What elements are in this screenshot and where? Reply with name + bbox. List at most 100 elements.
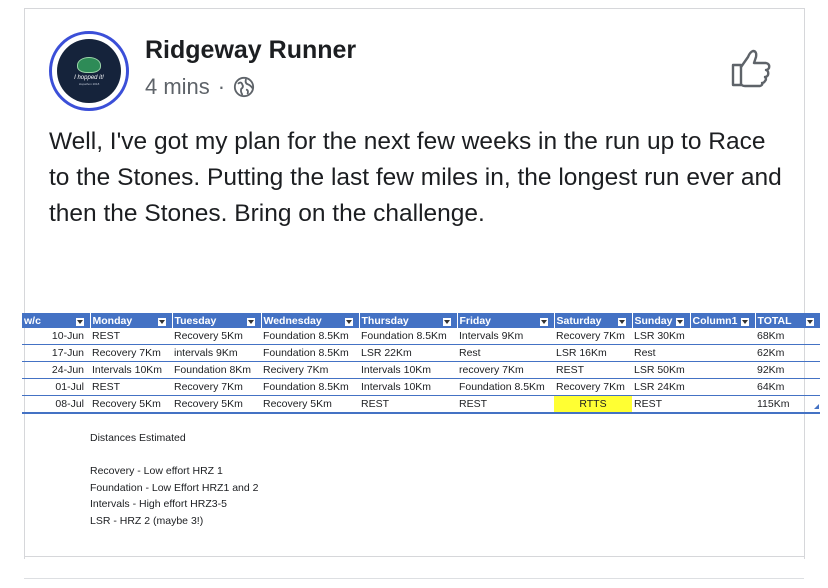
- table-cell[interactable]: Recovery 7Km: [554, 328, 632, 345]
- post-text: Well, I've got my plan for the next few …: [49, 128, 782, 227]
- week-commencing-cell[interactable]: 24-Jun: [22, 361, 90, 379]
- note-line: Distances Estimated: [90, 432, 186, 444]
- table-cell[interactable]: intervals 9Km: [172, 344, 261, 362]
- column-header-label: Saturday: [556, 314, 602, 327]
- week-commencing-cell[interactable]: 17-Jun: [22, 344, 90, 362]
- table-cell[interactable]: Recivery 7Km: [261, 361, 359, 379]
- note-line: [90, 447, 258, 464]
- post-timestamp[interactable]: 4 mins: [145, 74, 210, 100]
- table-row: 10-Jun REST Recovery 5Km Foundation 8.5Km Fo…: [22, 328, 820, 345]
- table-cell[interactable]: Foundation 8.5Km: [261, 344, 359, 362]
- table-cell[interactable]: Recovery 5Km: [261, 395, 359, 414]
- club-logo-icon: [77, 56, 101, 73]
- training-plan-table: w/c Monday Tuesday Wednesday Thursday Friday S…: [22, 313, 821, 414]
- avatar-caption: I hopped it!: [74, 74, 104, 81]
- table-cell[interactable]: REST: [90, 328, 172, 345]
- column-header[interactable]: Tuesday: [172, 313, 262, 328]
- table-cell[interactable]: Recovery 7Km: [172, 378, 261, 396]
- table-cell[interactable]: Rest: [457, 344, 554, 362]
- column-header-label: Tuesday: [174, 314, 217, 327]
- table-cell[interactable]: Recovery 5Km: [90, 395, 172, 414]
- table-cell[interactable]: LSR 24Km: [632, 378, 690, 396]
- column-header[interactable]: Wednesday: [261, 313, 360, 328]
- table-cell[interactable]: Rest: [632, 344, 690, 362]
- filter-dropdown-icon[interactable]: [674, 316, 685, 327]
- feed-divider: [24, 578, 804, 579]
- column-header[interactable]: Column1: [690, 313, 756, 328]
- table-cell[interactable]: [690, 344, 755, 362]
- filter-dropdown-icon[interactable]: [804, 316, 815, 327]
- table-cell[interactable]: Recovery 5Km: [172, 395, 261, 414]
- meta-separator: ·: [217, 74, 226, 99]
- week-commencing-cell[interactable]: 01-Jul: [22, 378, 90, 396]
- table-cell[interactable]: REST: [457, 395, 554, 414]
- column-header-label: Sunday: [634, 314, 673, 327]
- note-line: LSR - HRZ 2 (maybe 3!): [90, 514, 204, 527]
- filter-dropdown-icon[interactable]: [538, 316, 549, 327]
- table-cell[interactable]: 92Km: [755, 361, 820, 379]
- table-cell[interactable]: LSR 22Km: [359, 344, 457, 362]
- column-header[interactable]: TOTAL: [755, 313, 821, 328]
- table-cell[interactable]: Recovery 7Km: [554, 378, 632, 396]
- post-meta: 4 mins ·: [145, 74, 255, 100]
- plan-notes: Distances Estimated Recovery - Low effort…: [90, 430, 258, 529]
- week-commencing-cell[interactable]: 10-Jun: [22, 328, 90, 345]
- table-cell[interactable]: Intervals 10Km: [90, 361, 172, 379]
- filter-dropdown-icon[interactable]: [616, 316, 627, 327]
- column-header[interactable]: Friday: [457, 313, 555, 328]
- table-cell[interactable]: 115Km: [755, 395, 820, 414]
- column-header-label: Wednesday: [263, 314, 322, 327]
- table-cell[interactable]: 68Km: [755, 328, 820, 345]
- column-header-label: TOTAL: [757, 314, 792, 327]
- note-line: Recovery - Low effort HRZ 1: [90, 465, 223, 477]
- filter-dropdown-icon[interactable]: [441, 316, 452, 327]
- filter-dropdown-icon[interactable]: [156, 316, 167, 327]
- column-header[interactable]: Sunday: [632, 313, 691, 328]
- table-cell[interactable]: Foundation 8.5Km: [457, 378, 554, 396]
- thumbs-up-icon[interactable]: [729, 48, 773, 88]
- table-cell[interactable]: [690, 395, 755, 414]
- table-row: 08-Jul Recovery 5Km Recovery 5Km Recovery 5…: [22, 395, 820, 414]
- table-cell[interactable]: Foundation 8.5Km: [261, 378, 359, 396]
- table-cell[interactable]: LSR 30Km: [632, 328, 690, 345]
- avatar[interactable]: I hopped it! Hopathon 2018: [49, 31, 129, 111]
- table-cell[interactable]: Foundation 8.5Km: [261, 328, 359, 345]
- filter-dropdown-icon[interactable]: [245, 316, 256, 327]
- filter-dropdown-icon[interactable]: [343, 316, 354, 327]
- table-cell[interactable]: Intervals 10Km: [359, 378, 457, 396]
- table-cell[interactable]: RTTS: [554, 395, 632, 414]
- column-header-label: Thursday: [361, 314, 409, 327]
- table-cell[interactable]: Recovery 7Km: [90, 344, 172, 362]
- table-cell[interactable]: 64Km: [755, 378, 820, 396]
- filter-dropdown-icon[interactable]: [74, 316, 85, 327]
- table-header-row: w/c Monday Tuesday Wednesday Thursday Friday S…: [22, 313, 821, 328]
- table-cell[interactable]: REST: [554, 361, 632, 379]
- table-cell[interactable]: Intervals 10Km: [359, 361, 457, 379]
- table-cell[interactable]: [690, 328, 755, 345]
- column-header[interactable]: Monday: [90, 313, 173, 328]
- table-cell[interactable]: 62Km: [755, 344, 820, 362]
- column-header[interactable]: Thursday: [359, 313, 458, 328]
- table-cell[interactable]: Foundation 8Km: [172, 361, 261, 379]
- table-cell[interactable]: [690, 378, 755, 396]
- table-cell[interactable]: LSR 16Km: [554, 344, 632, 362]
- table-row: 17-Jun Recovery 7Km intervals 9Km Foundatio…: [22, 344, 820, 362]
- table-cell[interactable]: LSR 50Km: [632, 361, 690, 379]
- table-cell[interactable]: Foundation 8.5Km: [359, 328, 457, 345]
- globe-icon[interactable]: [233, 76, 255, 98]
- week-commencing-cell[interactable]: 08-Jul: [22, 395, 90, 414]
- table-cell[interactable]: REST: [90, 378, 172, 396]
- avatar-subcaption: Hopathon 2018: [78, 81, 100, 86]
- table-cell[interactable]: [690, 361, 755, 379]
- table-cell[interactable]: Recovery 5Km: [172, 328, 261, 345]
- table-cell[interactable]: REST: [632, 395, 690, 414]
- column-header[interactable]: w/c: [22, 313, 91, 328]
- column-header[interactable]: Saturday: [554, 313, 633, 328]
- table-resize-handle[interactable]: [814, 404, 819, 409]
- filter-dropdown-icon[interactable]: [739, 316, 750, 327]
- column-header-label: w/c: [24, 314, 41, 327]
- author-name[interactable]: Ridgeway Runner: [145, 36, 356, 65]
- table-cell[interactable]: recovery 7Km: [457, 361, 554, 379]
- table-cell[interactable]: REST: [359, 395, 457, 414]
- table-cell[interactable]: Intervals 9Km: [457, 328, 554, 345]
